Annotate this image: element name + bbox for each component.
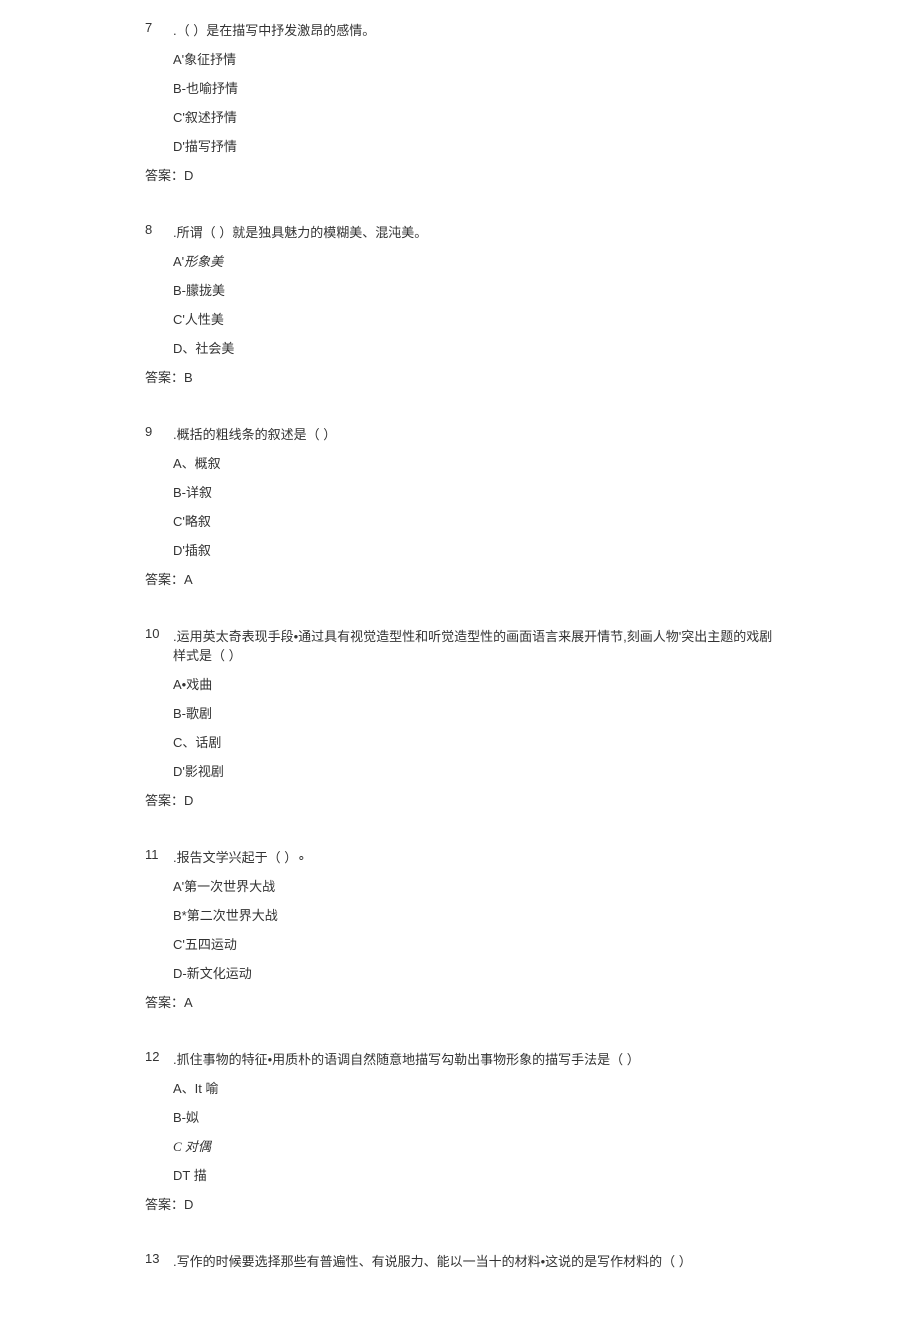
answer-label: 答案：D: [145, 790, 775, 809]
option-a-prefix: A': [173, 254, 184, 269]
question-stem: .抓住事物的特征•用质朴的语调自然随意地描写勾勒出事物形象的描写手法是（ ）: [173, 1049, 775, 1068]
question-stem: .（ ）是在描写中抒发激昂的感情。: [173, 20, 775, 39]
option-a-text: 形象美: [184, 254, 223, 269]
option-d: DT 描: [173, 1165, 775, 1184]
question-number: 7: [145, 20, 173, 35]
option-b: B-歌剧: [173, 703, 775, 722]
option-b: B-朦拢美: [173, 280, 775, 299]
question-header: 8 .所谓（ ）就是独具魅力的模糊美、混沌美。: [145, 222, 775, 241]
question-header: 11 .报告文学兴起于（ ）∘: [145, 847, 775, 866]
options-list: A、It 喻 B-姒 C 对偶 DT 描: [145, 1078, 775, 1184]
question-number: 9: [145, 424, 173, 439]
question-8: 8 .所谓（ ）就是独具魅力的模糊美、混沌美。 A'形象美 B-朦拢美 C'人性…: [145, 222, 775, 386]
question-stem: .所谓（ ）就是独具魅力的模糊美、混沌美。: [173, 222, 775, 241]
question-11: 11 .报告文学兴起于（ ）∘ A'第一次世界大战 B*第二次世界大战 C'五四…: [145, 847, 775, 1011]
question-number: 12: [145, 1049, 173, 1064]
question-header: 7 .（ ）是在描写中抒发激昂的感情。: [145, 20, 775, 39]
question-number: 8: [145, 222, 173, 237]
question-number: 13: [145, 1251, 173, 1266]
option-c: C 对偶: [173, 1136, 775, 1155]
option-a: A、It 喻: [173, 1078, 775, 1097]
option-d: D'插叙: [173, 540, 775, 559]
question-9: 9 .概括的粗线条的叙述是（ ） A、概叙 B-详叙 C'略叙 D'插叙 答案：…: [145, 424, 775, 588]
options-list: A'象征抒情 B-也喻抒情 C'叙述抒情 D'描写抒情: [145, 49, 775, 155]
answer-label: 答案：D: [145, 1194, 775, 1213]
option-b: B*第二次世界大战: [173, 905, 775, 924]
options-list: A、概叙 B-详叙 C'略叙 D'插叙: [145, 453, 775, 559]
question-stem: .写作的时候要选择那些有普遍性、有说服力、能以一当十的材料•这说的是写作材料的（…: [173, 1251, 775, 1270]
answer-label: 答案：A: [145, 569, 775, 588]
option-d: D'描写抒情: [173, 136, 775, 155]
option-d: D'影视剧: [173, 761, 775, 780]
question-number: 11: [145, 847, 173, 862]
question-stem: .运用英太奇表现手段•通过具有视觉造型性和听觉造型性的画面语言来展开情节,刻画人…: [173, 626, 775, 664]
option-c: C'叙述抒情: [173, 107, 775, 126]
option-a: A'形象美: [173, 251, 775, 270]
question-number: 10: [145, 626, 173, 641]
options-list: A'第一次世界大战 B*第二次世界大战 C'五四运动 D-新文化运动: [145, 876, 775, 982]
option-c: C'人性美: [173, 309, 775, 328]
option-a: A•戏曲: [173, 674, 775, 693]
answer-label: 答案：B: [145, 367, 775, 386]
option-c: C'略叙: [173, 511, 775, 530]
option-b: B-也喻抒情: [173, 78, 775, 97]
question-header: 13 .写作的时候要选择那些有普遍性、有说服力、能以一当十的材料•这说的是写作材…: [145, 1251, 775, 1270]
option-c: C'五四运动: [173, 934, 775, 953]
option-a: A、概叙: [173, 453, 775, 472]
option-b: B-详叙: [173, 482, 775, 501]
question-10: 10 .运用英太奇表现手段•通过具有视觉造型性和听觉造型性的画面语言来展开情节,…: [145, 626, 775, 809]
option-d: D、社会美: [173, 338, 775, 357]
question-header: 9 .概括的粗线条的叙述是（ ）: [145, 424, 775, 443]
options-list: A•戏曲 B-歌剧 C、话剧 D'影视剧: [145, 674, 775, 780]
question-12: 12 .抓住事物的特征•用质朴的语调自然随意地描写勾勒出事物形象的描写手法是（ …: [145, 1049, 775, 1213]
option-c: C、话剧: [173, 732, 775, 751]
option-a: A'第一次世界大战: [173, 876, 775, 895]
option-d: D-新文化运动: [173, 963, 775, 982]
question-stem: .报告文学兴起于（ ）∘: [173, 847, 775, 866]
question-header: 12 .抓住事物的特征•用质朴的语调自然随意地描写勾勒出事物形象的描写手法是（ …: [145, 1049, 775, 1068]
option-b: B-姒: [173, 1107, 775, 1126]
question-13: 13 .写作的时候要选择那些有普遍性、有说服力、能以一当十的材料•这说的是写作材…: [145, 1251, 775, 1270]
option-a: A'象征抒情: [173, 49, 775, 68]
options-list: A'形象美 B-朦拢美 C'人性美 D、社会美: [145, 251, 775, 357]
answer-label: 答案：A: [145, 992, 775, 1011]
question-7: 7 .（ ）是在描写中抒发激昂的感情。 A'象征抒情 B-也喻抒情 C'叙述抒情…: [145, 20, 775, 184]
question-stem: .概括的粗线条的叙述是（ ）: [173, 424, 775, 443]
answer-label: 答案：D: [145, 165, 775, 184]
question-header: 10 .运用英太奇表现手段•通过具有视觉造型性和听觉造型性的画面语言来展开情节,…: [145, 626, 775, 664]
